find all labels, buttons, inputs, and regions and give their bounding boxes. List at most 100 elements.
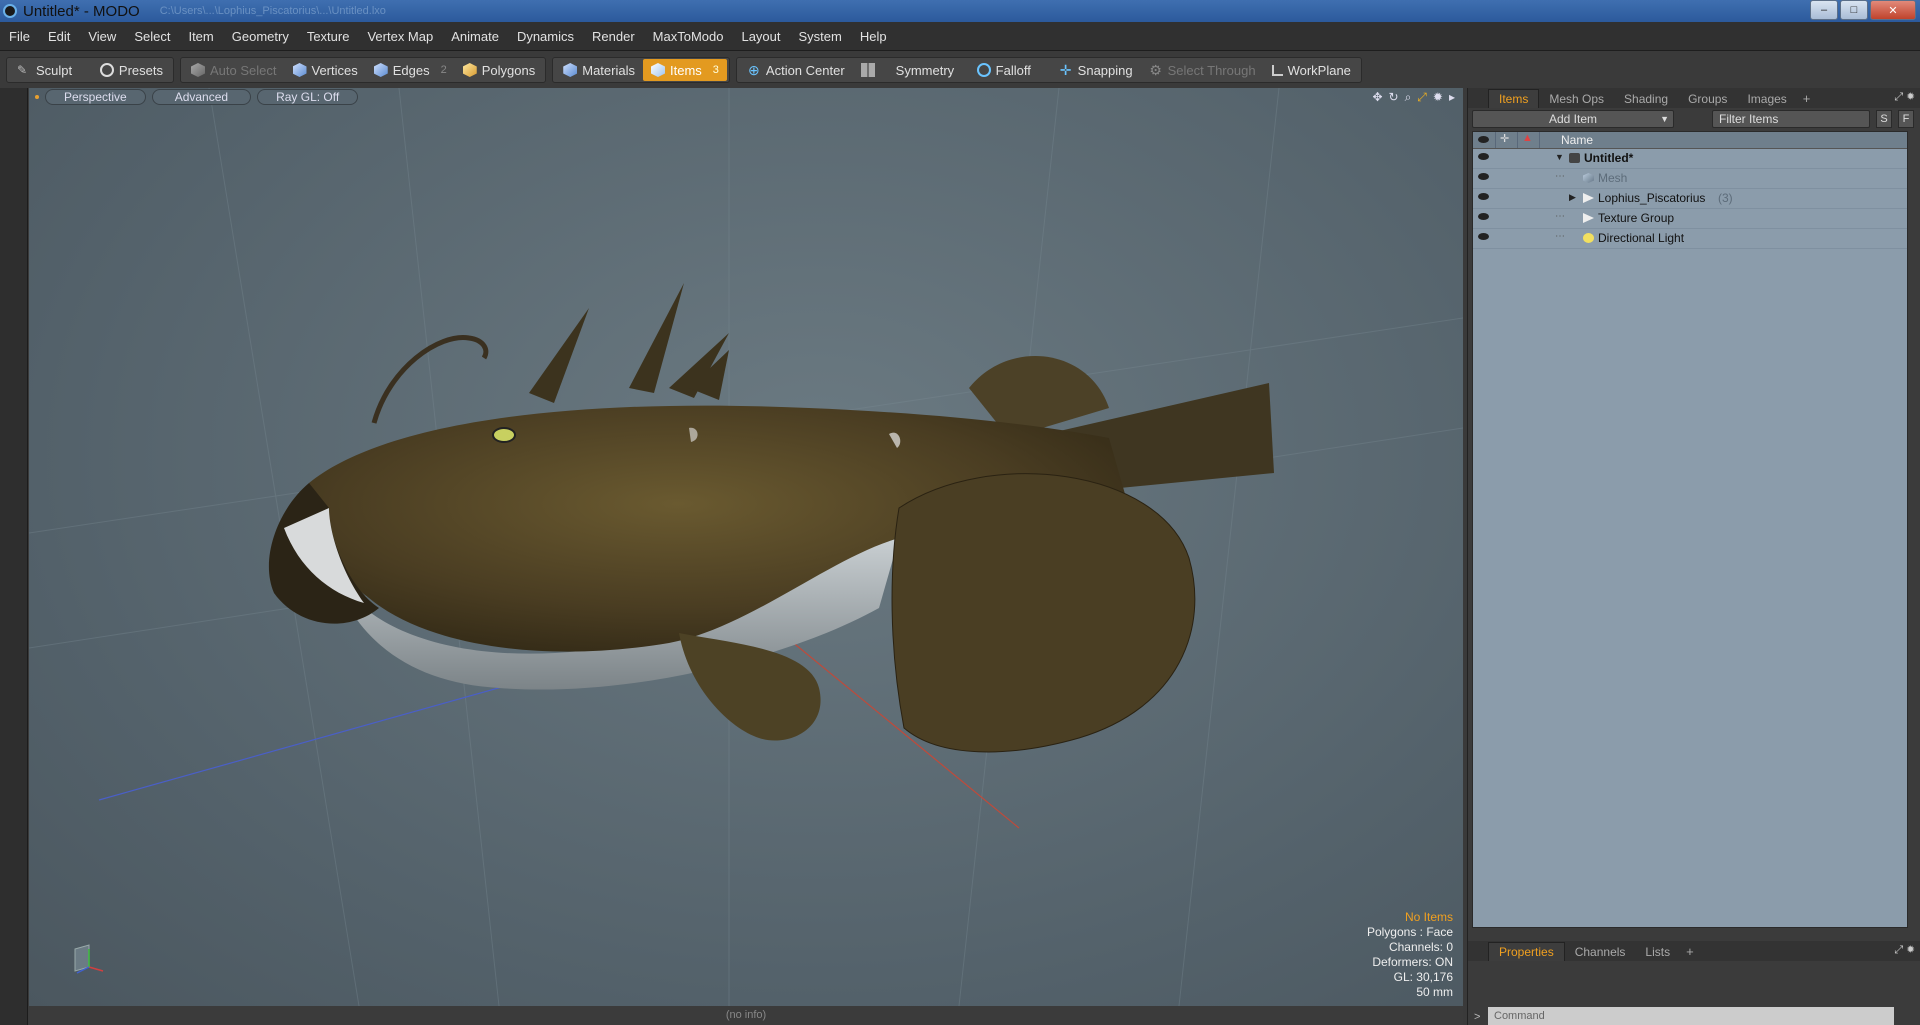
expand-arrow-icon[interactable]: ▼ [1555, 152, 1564, 162]
tab-mesh-ops[interactable]: Mesh Ops [1539, 90, 1614, 108]
snapping-label: Snapping [1077, 62, 1133, 78]
select-through-button[interactable]: ⚙ Select Through [1141, 59, 1264, 81]
visibility-eye-icon[interactable] [1478, 153, 1489, 160]
tab-properties[interactable]: Properties [1488, 942, 1565, 961]
modo-logo-icon [3, 4, 17, 18]
sculpt-label: Sculpt [36, 62, 73, 78]
tree-row-scene[interactable]: ▼ Untitled* [1473, 149, 1907, 169]
tree-row-texture-group[interactable]: ⋯ Texture Group [1473, 209, 1907, 229]
menu-texture[interactable]: Texture [298, 29, 359, 44]
filter-items-input[interactable]: Filter Items [1712, 110, 1870, 128]
tab-channels[interactable]: Channels [1565, 943, 1636, 961]
items-button[interactable]: Items 3 [642, 59, 727, 81]
menu-dynamics[interactable]: Dynamics [508, 29, 583, 44]
tab-items[interactable]: Items [1488, 89, 1540, 108]
minimize-button[interactable]: – [1810, 0, 1838, 20]
close-button[interactable]: ✕ [1870, 0, 1916, 20]
visibility-eye-icon[interactable] [1478, 173, 1489, 180]
maximize-button[interactable]: □ [1840, 0, 1868, 20]
add-item-button[interactable]: Add Item ▼ [1472, 110, 1674, 128]
rotate-icon[interactable]: ↻ [1389, 90, 1399, 105]
menu-maxtomodo[interactable]: MaxToModo [644, 29, 733, 44]
item-list[interactable]: ✛ ▲ Name ▼ Untitled* ⋯ Mesh ▶ Lophius_Pi… [1472, 131, 1908, 928]
command-input[interactable]: Command [1488, 1007, 1894, 1025]
right-panel: Items Mesh Ops Shading Groups Images + ⤢… [1467, 88, 1920, 1025]
visibility-eye-icon[interactable] [1478, 233, 1489, 240]
tree-count-lophius: (3) [1718, 191, 1733, 205]
panel-options-icon[interactable]: ⤢ ✹ [1894, 944, 1915, 957]
menu-geometry[interactable]: Geometry [223, 29, 298, 44]
workplane-icon [1271, 64, 1283, 76]
lock-header-icon[interactable]: ✛ [1500, 132, 1509, 145]
anglerfish-model[interactable] [268, 283, 1274, 753]
edges-button[interactable]: Edges 2 [366, 59, 455, 81]
window-path: C:\Users\...\Lophius_Piscatorius\...\Unt… [159, 5, 386, 17]
expand-arrow-icon[interactable]: ▶ [1569, 192, 1576, 203]
viewport-settings-icon[interactable]: ✹ [1433, 90, 1443, 105]
falloff-button[interactable]: Falloff [969, 59, 1051, 81]
falloff-icon [976, 63, 991, 77]
add-item-label: Add Item [1548, 112, 1598, 126]
viewport-menu-dot[interactable] [35, 95, 39, 99]
polygons-icon [462, 63, 477, 77]
tab-images[interactable]: Images [1737, 90, 1796, 108]
shading-mode-button[interactable]: Advanced [151, 89, 252, 105]
tab-lists[interactable]: Lists [1635, 943, 1680, 961]
visibility-eye-icon[interactable] [1478, 213, 1489, 220]
menu-view[interactable]: View [79, 29, 125, 44]
tree-row-lophius[interactable]: ▶ Lophius_Piscatorius (3) [1473, 189, 1907, 209]
name-column-header[interactable]: Name [1561, 133, 1593, 147]
auto-select-button[interactable]: Auto Select [183, 59, 285, 81]
materials-label: Materials [582, 62, 635, 78]
view-type-button[interactable]: Perspective [45, 89, 146, 105]
presets-button[interactable]: Presets [92, 59, 171, 81]
search-toggle-button[interactable]: S [1876, 110, 1892, 128]
pan-icon[interactable]: ✥ [1372, 90, 1382, 105]
viewport-header: Perspective Advanced Ray GL: Off ✥ ↻ ⌕ ⤢… [29, 88, 1463, 106]
snapping-button[interactable]: ✛ Snapping [1051, 59, 1141, 81]
presets-icon [99, 63, 114, 77]
zoom-icon[interactable]: ⌕ [1405, 90, 1412, 105]
materials-button[interactable]: Materials [555, 59, 643, 81]
tab-groups[interactable]: Groups [1678, 90, 1737, 108]
viewport-scene [29, 88, 1463, 1006]
menu-animate[interactable]: Animate [442, 29, 508, 44]
command-prompt-icon: > [1474, 1011, 1481, 1023]
filter-toggle-button[interactable]: F [1898, 110, 1914, 128]
raygl-button[interactable]: Ray GL: Off [257, 89, 359, 105]
menu-bar: File Edit View Select Item Geometry Text… [0, 22, 1920, 50]
tree-row-directional-light[interactable]: ⋯ Directional Light [1473, 229, 1907, 249]
workplane-button[interactable]: WorkPlane [1264, 59, 1359, 81]
properties-tabs: Properties Channels Lists + ⤢ ✹ [1468, 941, 1920, 961]
menu-file[interactable]: File [0, 29, 39, 44]
menu-layout[interactable]: Layout [732, 29, 789, 44]
maximize-view-icon[interactable]: ⤢ [1417, 90, 1427, 105]
menu-system[interactable]: System [790, 29, 851, 44]
symmetry-button[interactable]: Symmetry [853, 59, 969, 81]
visibility-header-icon[interactable] [1478, 136, 1489, 143]
viewport-expand-icon[interactable]: ▸ [1449, 90, 1455, 105]
menu-item[interactable]: Item [179, 29, 222, 44]
polygons-info: Polygons : Face [1366, 925, 1453, 939]
render-header-icon[interactable]: ▲ [1522, 132, 1533, 144]
menu-render[interactable]: Render [583, 29, 644, 44]
axis-gizmo [74, 944, 104, 974]
tree-row-mesh[interactable]: ⋯ Mesh [1473, 169, 1907, 189]
menu-edit[interactable]: Edit [39, 29, 79, 44]
visibility-eye-icon[interactable] [1478, 193, 1489, 200]
menu-help[interactable]: Help [851, 29, 896, 44]
vertices-button[interactable]: Vertices [285, 59, 366, 81]
action-center-icon: ⊕ [748, 62, 760, 78]
add-tab-icon[interactable]: + [1680, 942, 1700, 961]
sculpt-button[interactable]: ✎ Sculpt [9, 59, 92, 81]
polygons-button[interactable]: Polygons [455, 59, 543, 81]
panel-options-icon[interactable]: ⤢ ✹ [1894, 91, 1915, 104]
action-center-button[interactable]: ⊕ Action Center [739, 59, 853, 81]
3d-viewport[interactable]: Perspective Advanced Ray GL: Off ✥ ↻ ⌕ ⤢… [29, 88, 1463, 1006]
add-tab-icon[interactable]: + [1797, 89, 1817, 108]
menu-vertex-map[interactable]: Vertex Map [358, 29, 442, 44]
left-tool-strip[interactable] [0, 88, 28, 1025]
tree-connector: ⋯ [1555, 171, 1565, 182]
tab-shading[interactable]: Shading [1614, 90, 1678, 108]
menu-select[interactable]: Select [125, 29, 179, 44]
